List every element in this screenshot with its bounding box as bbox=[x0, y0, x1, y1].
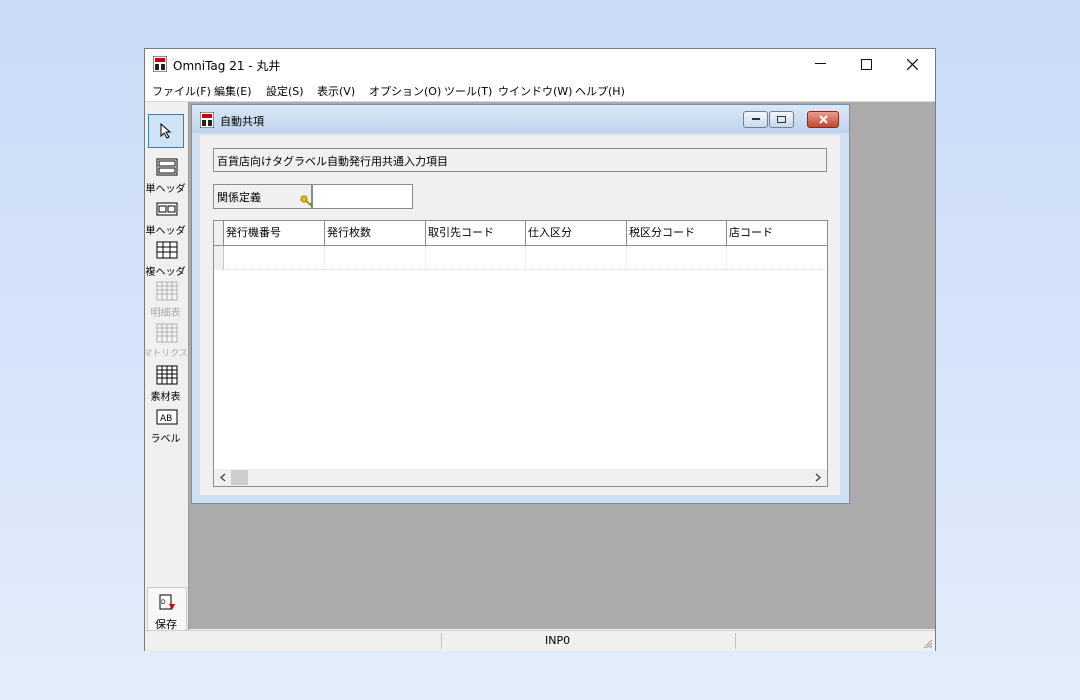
label-ab-icon: AB bbox=[156, 409, 177, 425]
header-grid-icon bbox=[156, 241, 177, 259]
maximize-button[interactable] bbox=[843, 49, 889, 79]
status-divider bbox=[735, 633, 736, 649]
app-title: OmniTag 21 - 丸井 bbox=[173, 59, 281, 73]
tool-label: ラベル bbox=[150, 434, 181, 445]
column-header[interactable]: 店コード bbox=[727, 221, 827, 246]
column-header[interactable]: 仕入区分 bbox=[526, 221, 627, 246]
svg-text:D: D bbox=[161, 599, 166, 606]
svg-text:AB: AB bbox=[160, 414, 172, 424]
chevron-left-icon bbox=[220, 473, 226, 482]
maximize-icon bbox=[860, 58, 872, 70]
horizontal-scrollbar[interactable] bbox=[214, 469, 827, 486]
mdi-workspace: 自動共項 百貨店向けタグラベル自動発行用共通入力項目 関係定義 発行機番号 発行… bbox=[189, 102, 935, 629]
tool-detail-table[interactable]: 明細表 bbox=[145, 278, 188, 319]
tool-matrix[interactable]: マトリクス bbox=[143, 320, 188, 359]
tool-label-ab[interactable]: AB ラベル bbox=[145, 404, 188, 445]
child-content: 百貨店向けタグラベル自動発行用共通入力項目 関係定義 発行機番号 発行枚数 取引… bbox=[200, 135, 840, 495]
restore-icon bbox=[777, 116, 786, 123]
minimize-icon bbox=[751, 118, 760, 120]
tool-header-multi[interactable]: 複ヘッダ bbox=[145, 237, 188, 278]
status-mode: INP0 bbox=[545, 634, 571, 647]
relation-label-text: 関係定義 bbox=[217, 191, 261, 204]
detail-table-icon bbox=[156, 281, 177, 301]
select-tool-button[interactable] bbox=[148, 114, 184, 148]
row-header[interactable] bbox=[214, 246, 224, 270]
scroll-left-button[interactable] bbox=[215, 470, 231, 485]
tool-header-single[interactable]: 単ヘッダ bbox=[145, 154, 188, 195]
tool-label: 単ヘッダ bbox=[145, 226, 186, 237]
menu-file[interactable]: ファイル(F) bbox=[152, 83, 211, 99]
child-title: 自動共項 bbox=[220, 115, 264, 128]
tool-header-box[interactable]: 単ヘッダ bbox=[145, 196, 188, 237]
column-header[interactable]: 発行枚数 bbox=[325, 221, 426, 246]
child-app-icon bbox=[200, 112, 214, 128]
save-button[interactable]: D 保存 bbox=[147, 587, 187, 635]
menu-options[interactable]: オプション(O) bbox=[369, 83, 441, 99]
resize-grip-icon[interactable] bbox=[923, 639, 933, 649]
chevron-right-icon bbox=[815, 473, 821, 482]
menu-tools[interactable]: ツール(T) bbox=[444, 83, 492, 99]
menu-settings[interactable]: 設定(S) bbox=[266, 83, 304, 99]
header-box-icon bbox=[156, 202, 177, 216]
column-header[interactable]: 発行機番号 bbox=[224, 221, 325, 246]
child-title-bar[interactable]: 自動共項 bbox=[192, 105, 849, 133]
close-button[interactable] bbox=[889, 49, 935, 79]
child-window-auto-common: 自動共項 百貨店向けタグラベル自動発行用共通入力項目 関係定義 発行機番号 発行… bbox=[191, 104, 850, 504]
menu-window[interactable]: ウインドウ(W) bbox=[498, 83, 572, 99]
grid-cell[interactable] bbox=[325, 246, 426, 270]
material-table-icon bbox=[156, 365, 177, 385]
menu-edit[interactable]: 編集(E) bbox=[214, 83, 252, 99]
child-minimize-button[interactable] bbox=[743, 111, 768, 128]
app-window: OmniTag 21 - 丸井 ファイル(F) 編集(E) 設定(S) 表示(V… bbox=[143, 48, 936, 651]
tool-label: 複ヘッダ bbox=[145, 267, 186, 278]
status-divider bbox=[441, 633, 442, 649]
child-restore-button[interactable] bbox=[769, 111, 794, 128]
grid-cell[interactable] bbox=[224, 246, 325, 270]
minimize-icon bbox=[814, 63, 826, 64]
relation-definition-input[interactable] bbox=[312, 184, 413, 209]
scroll-right-button[interactable] bbox=[810, 470, 826, 485]
scroll-thumb[interactable] bbox=[231, 470, 248, 485]
grid-cell[interactable] bbox=[627, 246, 727, 270]
minimize-button[interactable] bbox=[797, 49, 843, 79]
tool-label: 素材表 bbox=[150, 392, 181, 403]
title-bar: OmniTag 21 - 丸井 bbox=[145, 49, 935, 79]
relation-definition-label: 関係定義 bbox=[213, 184, 313, 209]
matrix-icon bbox=[156, 323, 177, 343]
item-grid: 発行機番号 発行枚数 取引先コード 仕入区分 税区分コード 店コード bbox=[213, 220, 828, 487]
grid-cell[interactable] bbox=[426, 246, 526, 270]
grid-cell[interactable] bbox=[526, 246, 627, 270]
menu-bar: ファイル(F) 編集(E) 設定(S) 表示(V) オプション(O) ツール(T… bbox=[145, 79, 935, 102]
menu-view[interactable]: 表示(V) bbox=[317, 83, 355, 99]
description-box: 百貨店向けタグラベル自動発行用共通入力項目 bbox=[213, 148, 827, 172]
tool-label: 単ヘッダ bbox=[145, 184, 186, 195]
child-close-button[interactable] bbox=[807, 111, 839, 128]
tool-palette: 単ヘッダ 単ヘッダ 複ヘッダ 明細表 マトリクス 素材表 AB ラベル D 保存 bbox=[143, 102, 189, 650]
menu-help[interactable]: ヘルプ(H) bbox=[575, 83, 625, 99]
pointer-icon bbox=[160, 123, 172, 139]
close-icon bbox=[818, 115, 828, 124]
header-single-icon bbox=[156, 158, 177, 176]
grid-cell[interactable] bbox=[727, 246, 827, 270]
grid-corner bbox=[214, 221, 224, 246]
column-header[interactable]: 取引先コード bbox=[426, 221, 526, 246]
app-logo-icon bbox=[153, 56, 167, 72]
tool-material-table[interactable]: 素材表 bbox=[145, 362, 188, 403]
status-bar: INP0 bbox=[145, 630, 935, 651]
column-header[interactable]: 税区分コード bbox=[627, 221, 727, 246]
tool-label: マトリクス bbox=[143, 349, 188, 359]
tool-label: 明細表 bbox=[150, 308, 181, 319]
close-icon bbox=[906, 58, 918, 70]
save-file-icon: D bbox=[159, 594, 175, 610]
